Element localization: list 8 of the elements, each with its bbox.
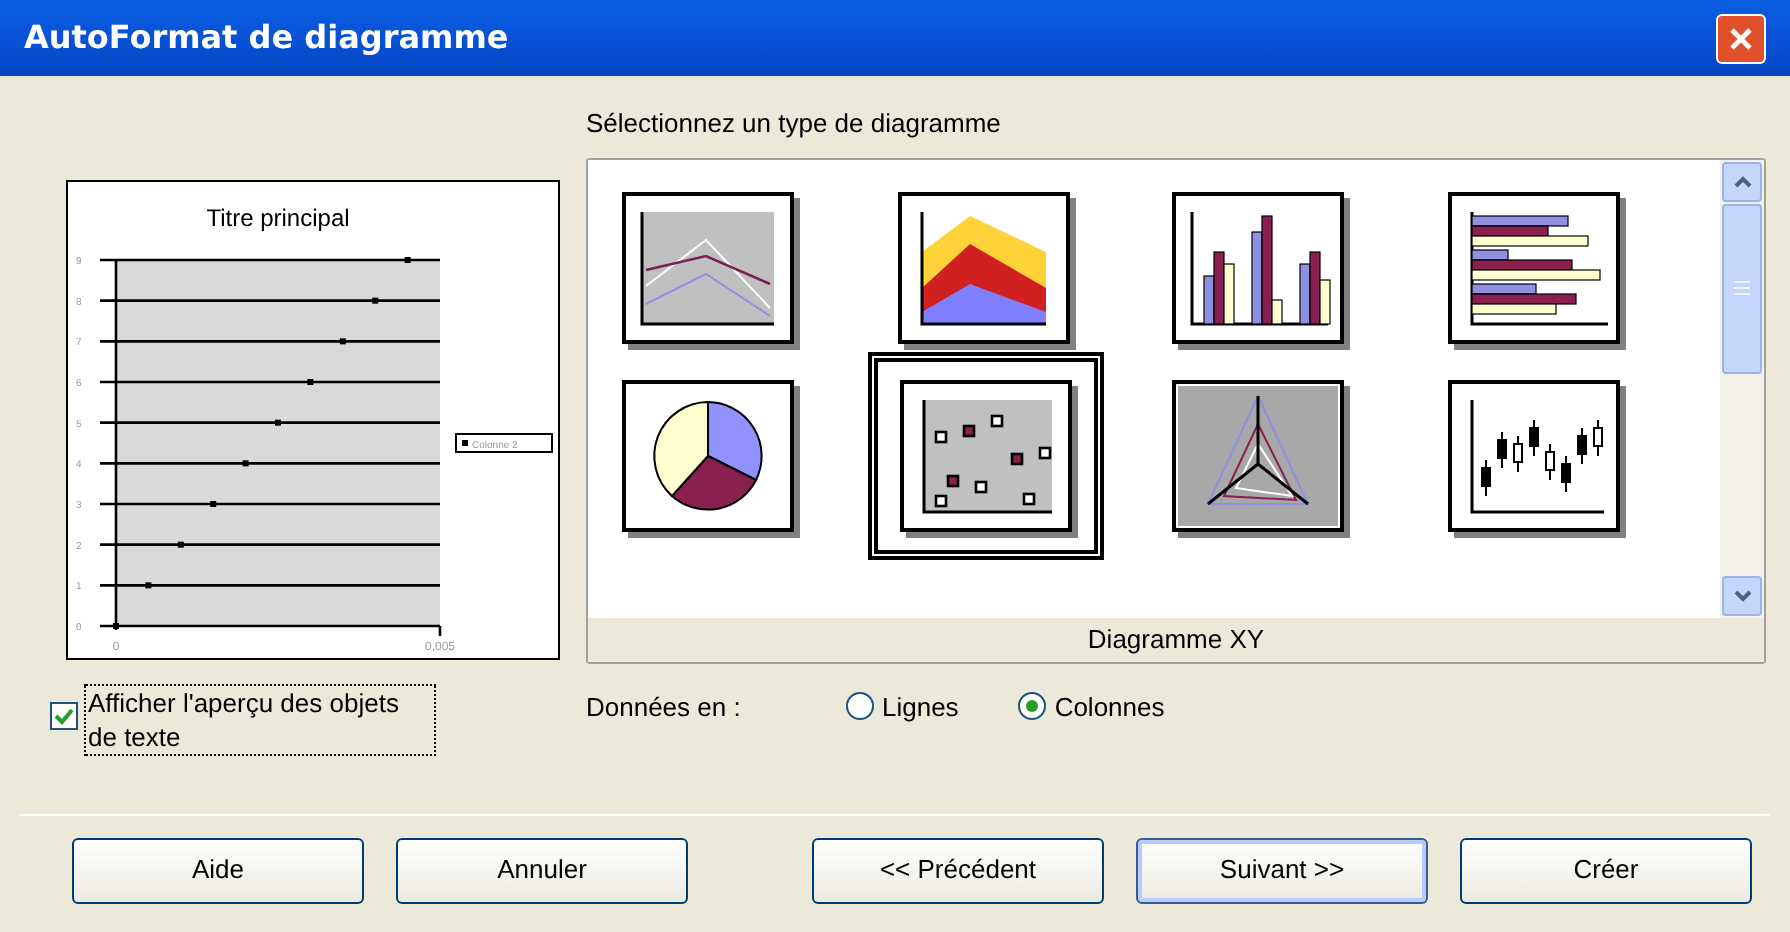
radio-label: Colonnes [1054,689,1165,725]
data-in-label: Données en : [586,689,743,725]
checkbox-label: Afficher l'aperçu des objets de texte [84,684,436,756]
window-title: AutoFormat de diagramme [24,16,509,60]
gallery-label: Sélectionnez un type de diagramme [586,106,1003,142]
chart-title: Titre principal [206,204,350,232]
gallery-caption: Diagramme XY [588,617,1764,661]
radio-label: Lignes [882,689,959,726]
